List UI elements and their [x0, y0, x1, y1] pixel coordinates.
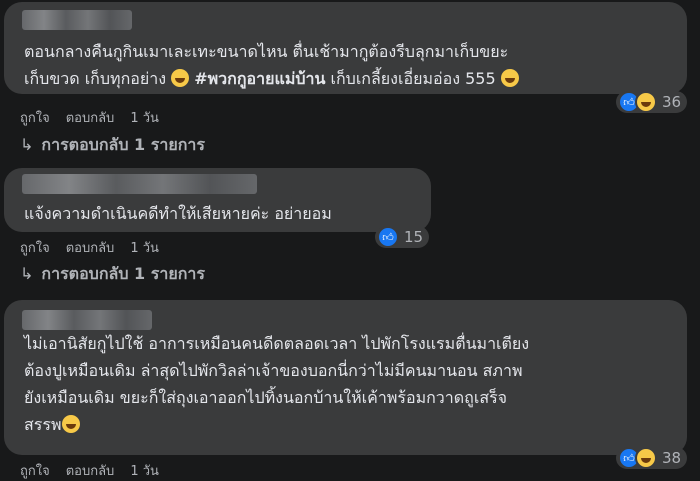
reaction-count: 36 — [662, 93, 682, 111]
comment-text: ตอนกลางคืนกูกินเมาเละเทะขนาดไหน ตื่นเช้า… — [24, 38, 673, 92]
author-name-blurred[interactable] — [22, 10, 132, 30]
author-name-blurred[interactable] — [22, 174, 257, 194]
comment-actions: ถูกใจ ตอบกลับ 1 วัน — [20, 460, 175, 481]
reaction-count: 15 — [404, 228, 424, 246]
laugh-emoji-icon — [500, 69, 519, 87]
reply-arrow-icon: ↳ — [20, 135, 34, 154]
comment-text: แจ้งความดำเนินคดีทำให้เสียหายค่ะ อย่ายอม — [24, 204, 332, 223]
like-button[interactable]: ถูกใจ — [20, 111, 50, 126]
comment-3: ไม่เอานิสัยกูไปใช้ อาการเหมือนคนดีดตลอดเ… — [0, 300, 700, 479]
reply-arrow-icon: ↳ — [20, 264, 34, 283]
comment-bubble: ไม่เอานิสัยกูไปใช้ อาการเหมือนคนดีดตลอดเ… — [4, 300, 687, 455]
reply-button[interactable]: ตอบกลับ — [66, 241, 115, 256]
reaction-count: 38 — [662, 449, 682, 467]
like-button[interactable]: ถูกใจ — [20, 241, 50, 256]
haha-reaction-icon — [635, 447, 657, 469]
timestamp[interactable]: 1 วัน — [130, 241, 159, 256]
reply-button[interactable]: ตอบกลับ — [66, 111, 115, 126]
comment-bubble: ตอนกลางคืนกูกินเมาเละเทะขนาดไหน ตื่นเช้า… — [4, 2, 687, 94]
comment-text: ไม่เอานิสัยกูไปใช้ อาการเหมือนคนดีดตลอดเ… — [24, 334, 530, 434]
hashtag-link[interactable]: #พวกกูอายแม่บ้าน — [194, 69, 325, 88]
comment-actions: ถูกใจ ตอบกลับ 1 วัน — [20, 107, 175, 128]
view-replies-link[interactable]: ↳ การตอบกลับ 1 รายการ — [20, 133, 205, 158]
rofl-emoji-icon — [171, 69, 190, 87]
comment-1: ตอนกลางคืนกูกินเมาเละเทะขนาดไหน ตื่นเช้า… — [0, 0, 700, 154]
timestamp[interactable]: 1 วัน — [130, 464, 159, 479]
reaction-summary[interactable]: 👍︎ 38 — [616, 447, 688, 469]
reply-button[interactable]: ตอบกลับ — [66, 464, 115, 479]
like-reaction-icon: 👍︎ — [377, 226, 399, 248]
like-button[interactable]: ถูกใจ — [20, 464, 50, 479]
comment-bubble: แจ้งความดำเนินคดีทำให้เสียหายค่ะ อย่ายอม — [4, 168, 431, 232]
laugh-emoji-icon — [61, 415, 80, 433]
author-name-blurred[interactable] — [22, 310, 152, 330]
comment-2: แจ้งความดำเนินคดีทำให้เสียหายค่ะ อย่ายอม… — [0, 168, 700, 283]
reaction-summary[interactable]: 👍︎ 36 — [616, 91, 688, 113]
comment-actions: ถูกใจ ตอบกลับ 1 วัน — [20, 237, 175, 258]
timestamp[interactable]: 1 วัน — [130, 111, 159, 126]
reaction-summary[interactable]: 👍︎ 15 — [375, 226, 430, 248]
view-replies-link[interactable]: ↳ การตอบกลับ 1 รายการ — [20, 262, 205, 287]
haha-reaction-icon — [635, 91, 657, 113]
